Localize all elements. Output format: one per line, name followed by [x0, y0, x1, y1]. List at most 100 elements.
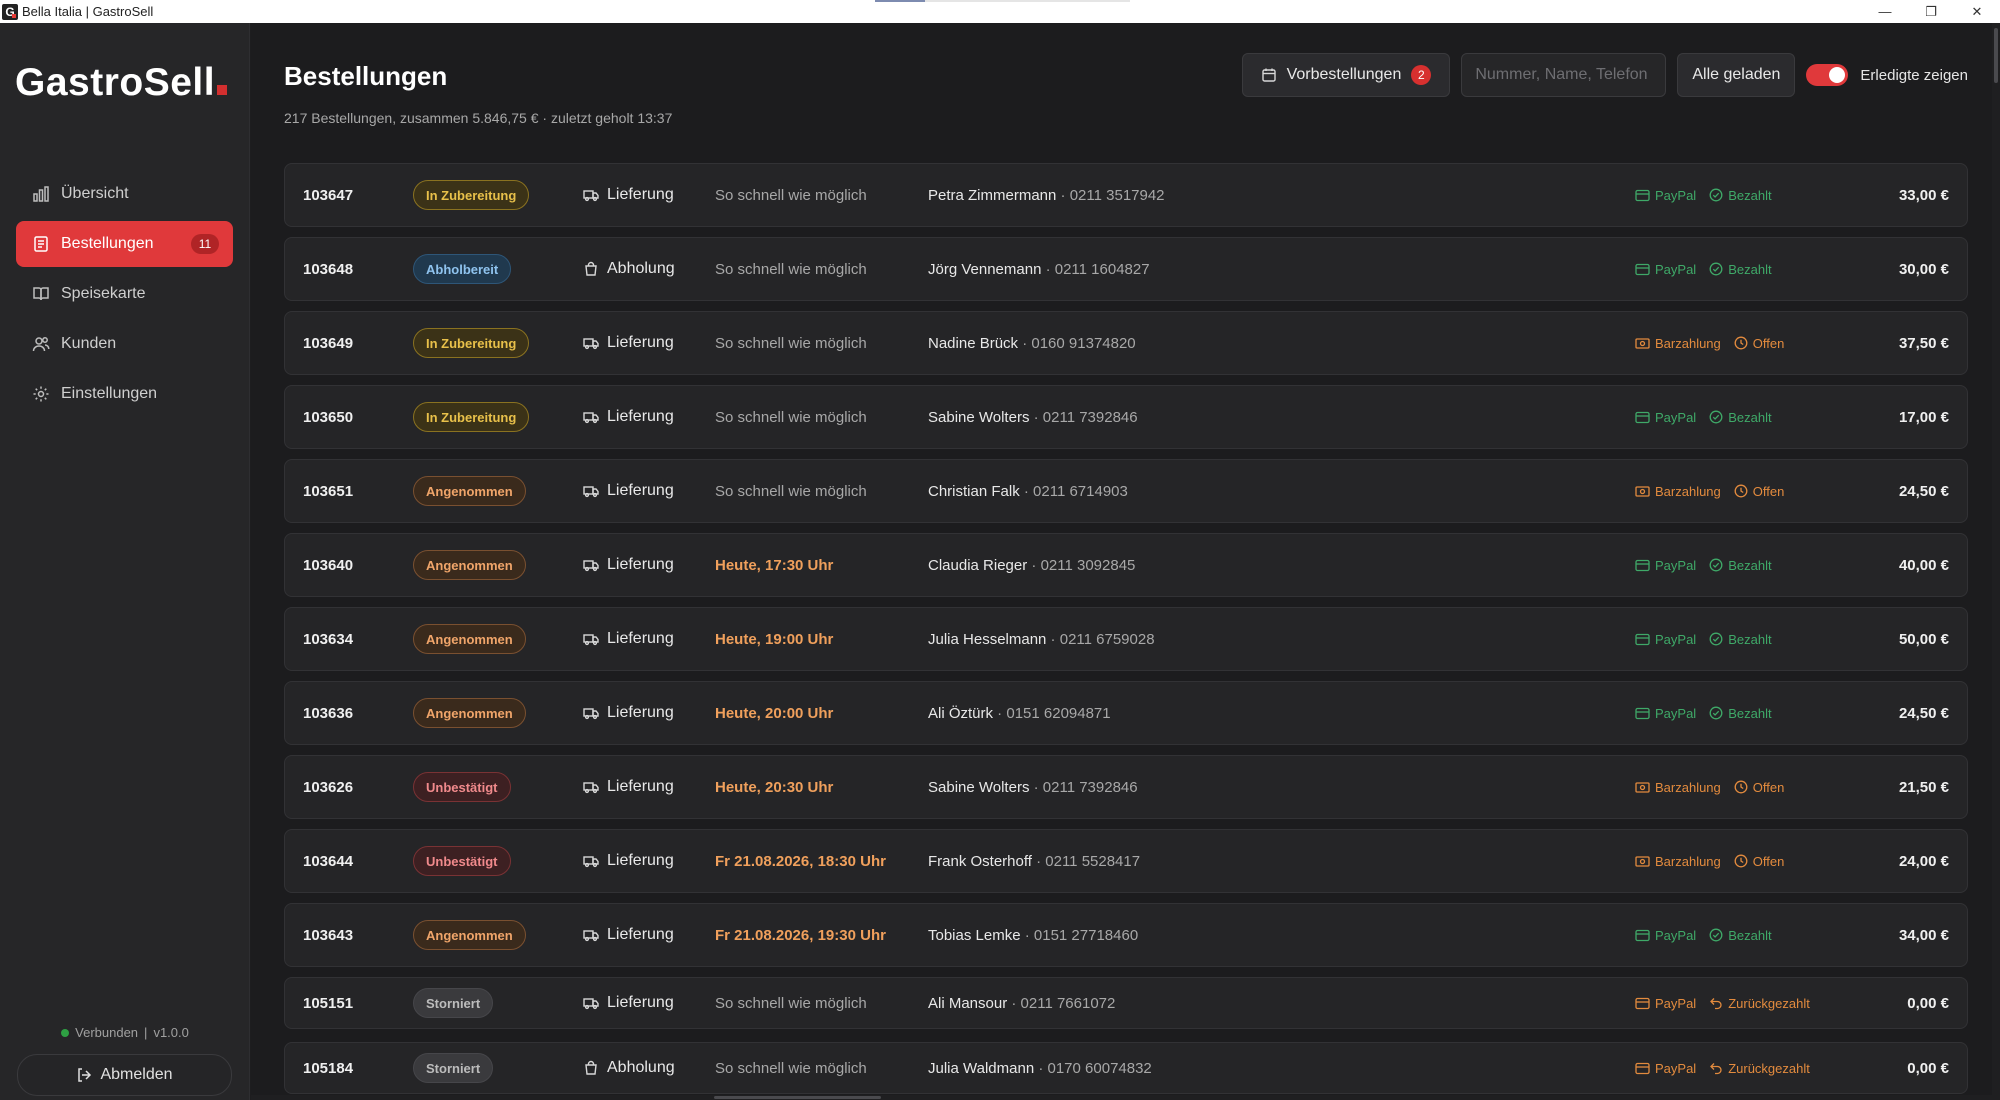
vertical-scrollbar[interactable] [1992, 23, 2000, 1100]
sidebar-item-speisekarte[interactable]: Speisekarte [16, 271, 233, 317]
order-row[interactable]: 105184 Storniert Abholung So schnell wie mö… [284, 1042, 1968, 1094]
maximize-button[interactable]: ❐ [1908, 0, 1954, 23]
order-row[interactable]: 103644 Unbestätigt Lieferung Fr 21.08.2026,… [284, 829, 1968, 893]
order-time: Heute, 17:30 Uhr [715, 556, 834, 574]
customer-name: Petra Zimmermann [928, 186, 1057, 204]
credit-card-icon [1635, 929, 1650, 942]
titlebar-progress [875, 0, 1130, 2]
payment-method: Barzahlung [1655, 483, 1721, 499]
payment-info: PayPal Zurückgezahlt [1635, 996, 1810, 1011]
customer-phone: · 0151 62094871 [993, 704, 1111, 722]
order-number: 103651 [303, 482, 354, 500]
order-type-label: Abholung [607, 1059, 675, 1076]
window-titlebar: G Bella Italia | GastroSell — ❐ ✕ [0, 0, 2000, 23]
search-input[interactable] [1461, 53, 1667, 97]
refund-icon [1709, 1061, 1723, 1075]
customer-phone: · 0211 6714903 [1019, 482, 1128, 500]
load-all-button[interactable]: Alle geladen [1677, 53, 1796, 97]
order-row[interactable]: 103626 Unbestätigt Lieferung Heute, 20:30 U… [284, 755, 1968, 819]
order-number: 105184 [303, 1059, 354, 1077]
credit-card-icon [1635, 707, 1650, 720]
order-type-label: Abholung [607, 260, 675, 277]
payment-status-label: Zurückgezahlt [1728, 1060, 1810, 1076]
order-type: Lieferung [583, 704, 674, 722]
order-number: 103640 [303, 556, 354, 574]
payment-method: Barzahlung [1655, 335, 1721, 351]
order-row[interactable]: 103640 Angenommen Lieferung Heute, 17:30 Uh… [284, 533, 1968, 597]
payment-method: Barzahlung [1655, 779, 1721, 795]
clock-icon [1734, 484, 1748, 498]
sidebar-item-einstellungen[interactable]: Einstellungen [16, 371, 233, 417]
order-type: Lieferung [583, 556, 674, 574]
calendar-icon [1261, 67, 1277, 83]
payment-info: Barzahlung Offen [1635, 780, 1784, 795]
toolbar: Vorbestellungen 2 Alle geladen Erledigte… [1241, 53, 1968, 97]
brand-logo[interactable]: GastroSell [15, 61, 228, 105]
check-circle-icon [1709, 262, 1723, 276]
order-row[interactable]: 105151 Storniert Lieferung So schnell wie m… [284, 977, 1968, 1029]
check-circle-icon [1709, 558, 1723, 572]
status-badge: Storniert [413, 1053, 494, 1083]
order-row[interactable]: 103634 Angenommen Lieferung Heute, 19:00 Uh… [284, 607, 1968, 671]
order-type-label: Lieferung [607, 186, 674, 203]
customer-info: Julia Hesselmann · 0211 6759028 [928, 631, 1155, 648]
sidebar-item-uebersicht[interactable]: Übersicht [16, 171, 233, 217]
payment-status: Bezahlt [1709, 706, 1772, 721]
status-badge: Storniert [413, 988, 494, 1018]
minimize-button[interactable]: — [1862, 0, 1908, 23]
order-number: 103634 [303, 630, 354, 648]
order-row[interactable]: 103648 Abholbereit Abholung So schnell wie … [284, 237, 1968, 301]
bag-icon [583, 261, 599, 277]
payment-info: PayPal Bezahlt [1635, 928, 1772, 943]
order-total: 50,00 € [1898, 630, 1949, 648]
window-title: Bella Italia | GastroSell [22, 4, 154, 19]
customer-info: Jörg Vennemann · 0211 1604827 [928, 261, 1150, 278]
credit-card-icon [1635, 263, 1650, 276]
sidebar-item-kunden[interactable]: Kunden [16, 321, 233, 367]
preorders-button[interactable]: Vorbestellungen 2 [1241, 53, 1451, 97]
order-time: So schnell wie möglich [715, 994, 867, 1012]
version-label: v1.0.0 [153, 1025, 189, 1040]
logo-dot-icon [217, 85, 228, 95]
truck-icon [583, 705, 599, 721]
order-row[interactable]: 103650 In Zubereitung Lieferung So schnell … [284, 385, 1968, 449]
customer-name: Ali Öztürk [928, 704, 994, 722]
sidebar-item-bestellungen[interactable]: Bestellungen 11 [16, 221, 233, 267]
payment-method: PayPal [1655, 557, 1697, 573]
order-type-label: Lieferung [607, 926, 674, 943]
payment-info: PayPal Bezahlt [1635, 410, 1772, 425]
order-type-label: Lieferung [607, 852, 674, 869]
order-row[interactable]: 103651 Angenommen Lieferung So schnell wie … [284, 459, 1968, 523]
order-row[interactable]: 103649 In Zubereitung Lieferung So schnell … [284, 311, 1968, 375]
bag-icon [583, 1060, 599, 1076]
close-button[interactable]: ✕ [1954, 0, 2000, 23]
cash-icon [1635, 337, 1650, 350]
order-number: 103648 [303, 260, 354, 278]
sidebar-item-label: Kunden [61, 335, 117, 352]
customer-info: Tobias Lemke · 0151 27718460 [928, 927, 1138, 944]
order-number: 103650 [303, 408, 354, 426]
order-type-label: Lieferung [607, 408, 674, 425]
customer-name: Frank Osterhoff [928, 852, 1032, 870]
order-row[interactable]: 103636 Angenommen Lieferung Heute, 20:00 Uh… [284, 681, 1968, 745]
order-row[interactable]: 103647 In Zubereitung Lieferung So schnell … [284, 163, 1968, 227]
preorders-count-badge: 2 [1411, 65, 1432, 85]
check-circle-icon [1709, 928, 1723, 942]
order-row[interactable]: 103643 Angenommen Lieferung Fr 21.08.2026, … [284, 903, 1968, 967]
truck-icon [583, 409, 599, 425]
customer-phone: · 0160 91374820 [1018, 334, 1136, 352]
horizontal-scrollbar[interactable] [251, 1095, 2000, 1100]
logout-button[interactable]: Abmelden [17, 1054, 232, 1096]
payment-method: PayPal [1655, 705, 1697, 721]
status-badge: Angenommen [413, 920, 526, 950]
order-type: Lieferung [583, 778, 674, 796]
show-done-toggle[interactable] [1806, 64, 1849, 86]
show-done-label: Erledigte zeigen [1860, 66, 1968, 84]
truck-icon [583, 927, 599, 943]
payment-status: Offen [1734, 484, 1784, 499]
order-total: 30,00 € [1898, 260, 1949, 278]
customer-name: Sabine Wolters [928, 408, 1030, 426]
customer-info: Frank Osterhoff · 0211 5528417 [928, 853, 1140, 870]
order-type-label: Lieferung [607, 778, 674, 795]
cash-icon [1635, 781, 1650, 794]
